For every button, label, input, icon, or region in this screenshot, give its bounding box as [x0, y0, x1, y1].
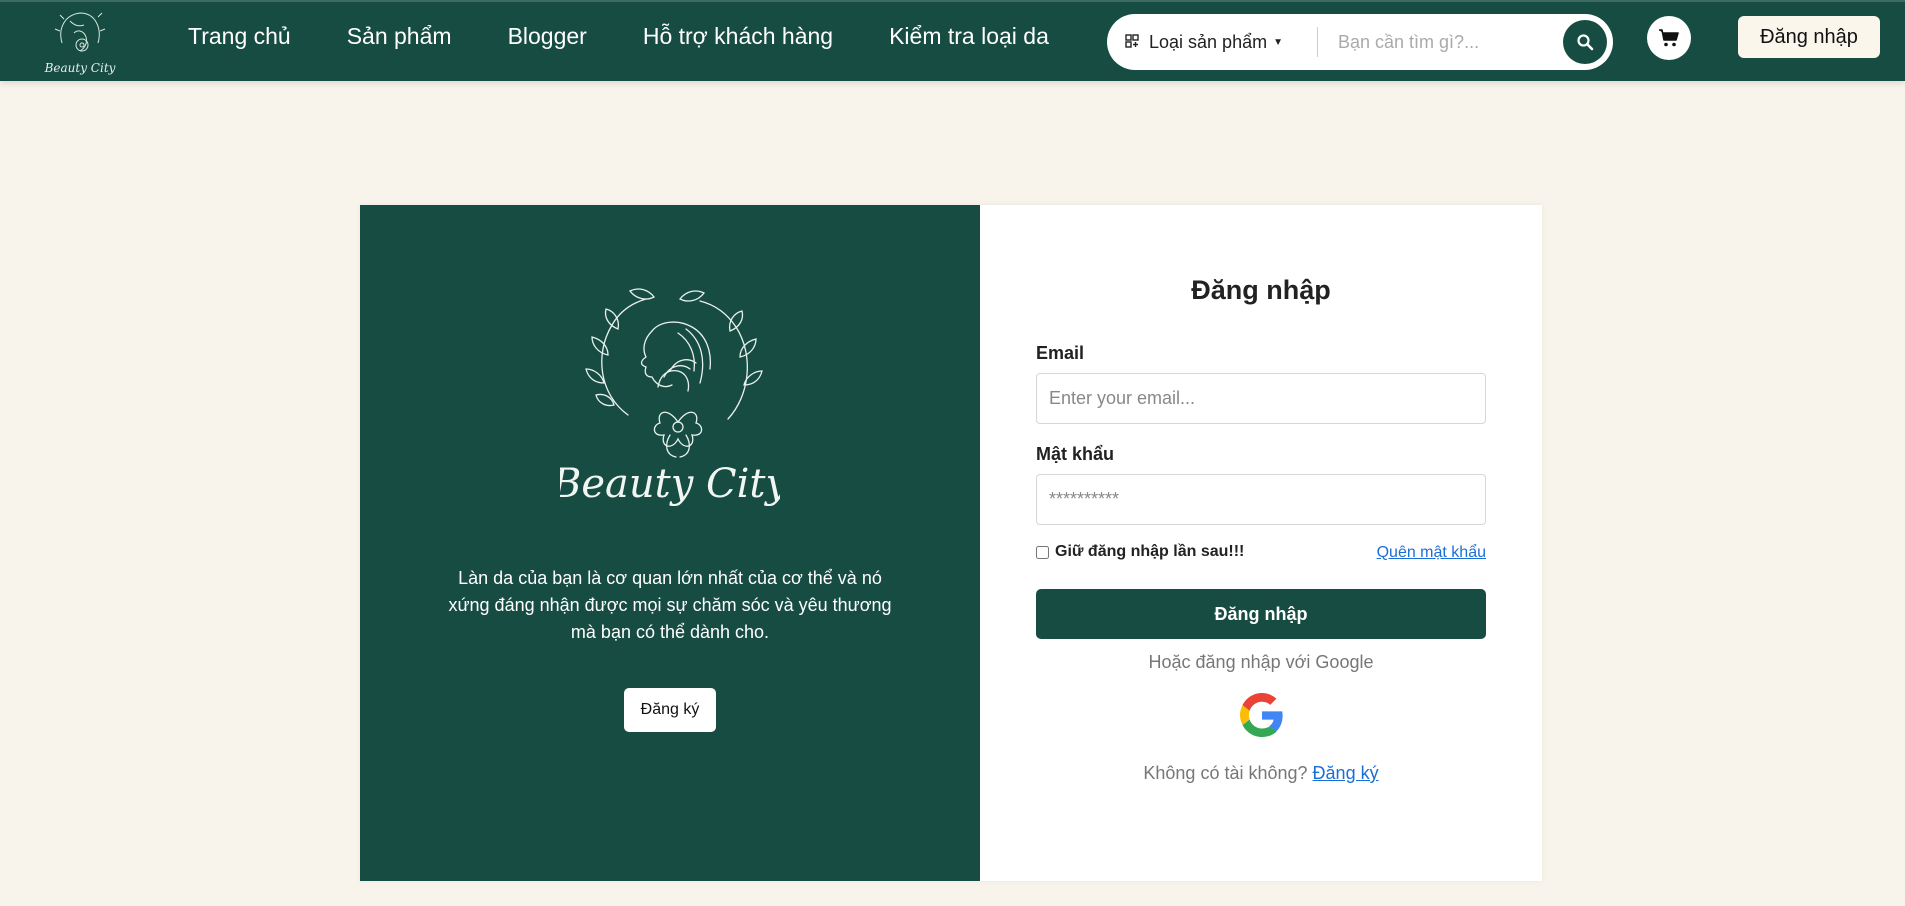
brand-logo[interactable]: Beauty City [40, 3, 120, 81]
search-bar: Loại sản phẩm ▼ [1107, 14, 1613, 70]
password-label: Mật khẩu [1036, 444, 1115, 464]
cart-button[interactable] [1647, 16, 1691, 60]
nav-link-products[interactable]: Sản phẩm [347, 23, 452, 50]
google-login-text: Hoặc đăng nhập với Google [1148, 652, 1374, 672]
forgot-password-link[interactable]: Quên mật khẩu [1377, 544, 1486, 562]
signup-link[interactable]: Đăng ký [1313, 763, 1379, 783]
remember-label: Giữ đăng nhập lần sau!!! [1055, 543, 1245, 560]
brand-quote: Làn da của bạn là cơ quan lớn nhất của c… [448, 568, 892, 642]
search-input[interactable] [1338, 31, 1534, 53]
svg-text:Beauty City: Beauty City [44, 61, 116, 75]
nav-link-blogger[interactable]: Blogger [508, 23, 587, 50]
brand-illustration: Beauty City [551, 285, 789, 525]
main-nav: Trang chủ Sản phẩm Blogger Hỗ trợ khách … [160, 2, 1077, 70]
brand-panel: Beauty City Làn da của bạn là cơ quan lớ… [360, 205, 980, 881]
password-field[interactable] [1036, 474, 1486, 525]
category-dropdown[interactable]: Loại sản phẩm ▼ [1107, 32, 1317, 53]
nav-link-skin-test[interactable]: Kiểm tra loại da [889, 23, 1049, 50]
search-divider [1317, 27, 1318, 57]
login-form: Đăng nhập Email Mật khẩu Giữ đăng nhập l… [980, 205, 1542, 881]
brand-logo-text: Beauty City [560, 461, 780, 507]
search-icon [1577, 34, 1594, 51]
remember-checkbox[interactable] [1036, 545, 1049, 559]
nav-link-home[interactable]: Trang chủ [188, 23, 291, 50]
email-label: Email [1036, 343, 1085, 363]
logo-icon: Beauty City [44, 12, 116, 75]
form-title: Đăng nhập [1191, 275, 1331, 305]
login-submit-button[interactable]: Đăng nhập [1036, 589, 1486, 639]
category-dropdown-label: Loại sản phẩm [1149, 31, 1268, 52]
google-login-button[interactable] [1240, 693, 1284, 737]
register-button[interactable]: Đăng ký [624, 688, 716, 732]
login-card: Beauty City Làn da của bạn là cơ quan lớ… [360, 205, 1542, 881]
remember-me: Giữ đăng nhập lần sau!!! [1036, 543, 1244, 561]
grid-icon [1125, 32, 1139, 53]
nav-login-button[interactable]: Đăng nhập [1738, 16, 1880, 58]
nav-link-support[interactable]: Hỗ trợ khách hàng [643, 23, 833, 50]
logo-icon: Beauty City [551, 288, 789, 507]
navbar: Beauty City Trang chủ Sản phẩm Blogger H… [0, 0, 1905, 81]
email-field[interactable] [1036, 373, 1486, 424]
cart-icon [1659, 29, 1679, 47]
google-icon [1240, 693, 1283, 737]
caret-down-icon: ▼ [1273, 36, 1283, 48]
search-button[interactable] [1563, 20, 1607, 64]
signup-prompt: Không có tài không? Đăng ký [980, 763, 1542, 784]
signup-prompt-text: Không có tài không? [1143, 763, 1308, 783]
